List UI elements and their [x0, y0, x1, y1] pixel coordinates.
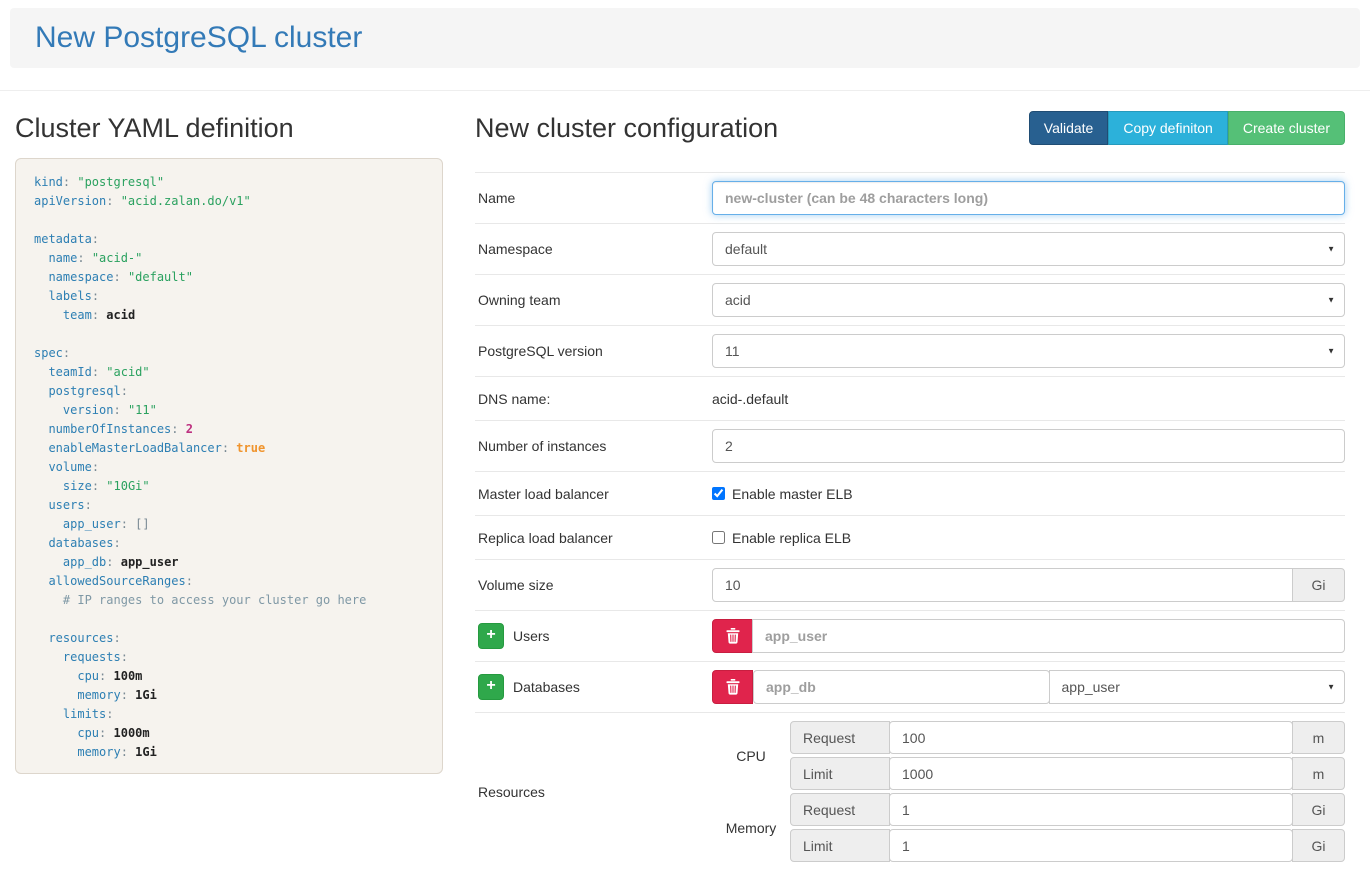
memory-limit-input[interactable]: [889, 829, 1293, 862]
dns-name-label: DNS name:: [475, 391, 712, 407]
pg-version-label: PostgreSQL version: [475, 343, 712, 359]
row-resources: Resources CPU Request m: [475, 712, 1345, 870]
copy-definition-button[interactable]: Copy definiton: [1108, 111, 1228, 145]
master-elb-checkbox-wrap: Enable master ELB: [712, 486, 853, 502]
row-master-lb: Master load balancer Enable master ELB: [475, 471, 1345, 515]
master-elb-checkbox[interactable]: [712, 487, 725, 500]
user-entry: [712, 619, 1345, 653]
instances-input[interactable]: [712, 429, 1345, 463]
cpu-limit-addon: Limit: [790, 757, 890, 790]
create-cluster-button[interactable]: Create cluster: [1228, 111, 1345, 145]
row-owning-team: Owning team acid ▼: [475, 274, 1345, 325]
row-namespace: Namespace default ▼: [475, 223, 1345, 274]
memory-request-input[interactable]: [889, 793, 1293, 826]
yaml-column: Cluster YAML definition kind: "postgresq…: [15, 105, 443, 870]
trash-icon: [726, 628, 740, 644]
cpu-request-group: Request m: [790, 721, 1345, 754]
row-name: Name: [475, 172, 1345, 223]
master-elb-checkbox-label: Enable master ELB: [732, 486, 853, 502]
cpu-resources: CPU Request m Limit m: [712, 721, 1345, 790]
cpu-label: CPU: [712, 748, 790, 764]
action-button-group: Validate Copy definiton Create cluster: [1029, 111, 1345, 145]
page-title: New PostgreSQL cluster: [35, 21, 1335, 55]
database-owner-select[interactable]: app_user ▼: [1049, 670, 1346, 704]
chevron-down-icon: ▼: [1327, 296, 1335, 305]
yaml-heading: Cluster YAML definition: [15, 113, 443, 144]
header-divider: [0, 90, 1370, 91]
pg-version-select-value: 11: [725, 343, 740, 359]
row-pg-version: PostgreSQL version 11 ▼: [475, 325, 1345, 376]
chevron-down-icon: ▼: [1327, 245, 1335, 254]
memory-limit-addon: Limit: [790, 829, 890, 862]
cpu-limit-group: Limit m: [790, 757, 1345, 790]
database-owner-select-value: app_user: [1062, 679, 1120, 695]
add-database-button[interactable]: +: [478, 674, 504, 700]
instances-label: Number of instances: [475, 438, 712, 454]
volume-size-input[interactable]: [712, 568, 1293, 602]
memory-request-unit-addon: Gi: [1292, 793, 1345, 826]
pg-version-select[interactable]: 11 ▼: [712, 334, 1345, 368]
memory-resources: Memory Request Gi Limit: [712, 793, 1345, 862]
main-content: Cluster YAML definition kind: "postgresq…: [0, 105, 1370, 870]
delete-user-button[interactable]: [712, 619, 753, 653]
replica-elb-checkbox-wrap: Enable replica ELB: [712, 530, 851, 546]
memory-request-group: Request Gi: [790, 793, 1345, 826]
row-instances: Number of instances: [475, 420, 1345, 471]
name-label: Name: [475, 190, 712, 206]
master-lb-label: Master load balancer: [475, 486, 712, 502]
chevron-down-icon: ▼: [1327, 347, 1335, 356]
delete-database-button[interactable]: [712, 670, 753, 704]
owning-team-select[interactable]: acid ▼: [712, 283, 1345, 317]
config-column: New cluster configuration Validate Copy …: [475, 105, 1345, 870]
dns-name-value: acid-.default: [712, 391, 788, 407]
cpu-request-addon: Request: [790, 721, 890, 754]
owning-team-select-value: acid: [725, 292, 751, 308]
row-replica-lb: Replica load balancer Enable replica ELB: [475, 515, 1345, 559]
memory-limit-unit-addon: Gi: [1292, 829, 1345, 862]
replica-elb-checkbox-label: Enable replica ELB: [732, 530, 851, 546]
user-name-input[interactable]: [752, 619, 1345, 653]
yaml-code: kind: "postgresql"apiVersion: "acid.zala…: [34, 173, 432, 762]
cluster-name-input[interactable]: [712, 181, 1345, 215]
volume-size-label: Volume size: [475, 577, 712, 593]
add-user-button[interactable]: +: [478, 623, 504, 649]
database-name-input[interactable]: [753, 670, 1050, 704]
owning-team-label: Owning team: [475, 292, 712, 308]
namespace-select-value: default: [725, 241, 767, 257]
plus-icon: +: [486, 627, 495, 643]
cpu-limit-unit-addon: m: [1292, 757, 1345, 790]
row-users: + Users: [475, 610, 1345, 661]
databases-label: Databases: [513, 679, 580, 695]
row-dns-name: DNS name: acid-.default: [475, 376, 1345, 420]
namespace-select[interactable]: default ▼: [712, 232, 1345, 266]
cpu-request-unit-addon: m: [1292, 721, 1345, 754]
resources-label: Resources: [475, 784, 712, 800]
yaml-panel: kind: "postgresql"apiVersion: "acid.zala…: [15, 158, 443, 774]
memory-request-addon: Request: [790, 793, 890, 826]
row-volume-size: Volume size Gi: [475, 559, 1345, 610]
config-heading: New cluster configuration: [475, 113, 778, 144]
namespace-label: Namespace: [475, 241, 712, 257]
memory-label: Memory: [712, 820, 790, 836]
validate-button[interactable]: Validate: [1029, 111, 1109, 145]
memory-limit-group: Limit Gi: [790, 829, 1345, 862]
chevron-down-icon: ▼: [1327, 683, 1335, 692]
cpu-request-input[interactable]: [889, 721, 1293, 754]
page-header: New PostgreSQL cluster: [10, 8, 1360, 68]
trash-icon: [726, 679, 740, 695]
config-form: Name Namespace default ▼ Owning team: [475, 172, 1345, 870]
replica-elb-checkbox[interactable]: [712, 531, 725, 544]
cpu-limit-input[interactable]: [889, 757, 1293, 790]
database-entry: app_user ▼: [712, 670, 1345, 704]
row-databases: + Databases: [475, 661, 1345, 712]
users-label: Users: [513, 628, 550, 644]
replica-lb-label: Replica load balancer: [475, 530, 712, 546]
config-header: New cluster configuration Validate Copy …: [475, 105, 1345, 158]
plus-icon: +: [486, 678, 495, 694]
volume-unit-addon: Gi: [1292, 568, 1345, 602]
